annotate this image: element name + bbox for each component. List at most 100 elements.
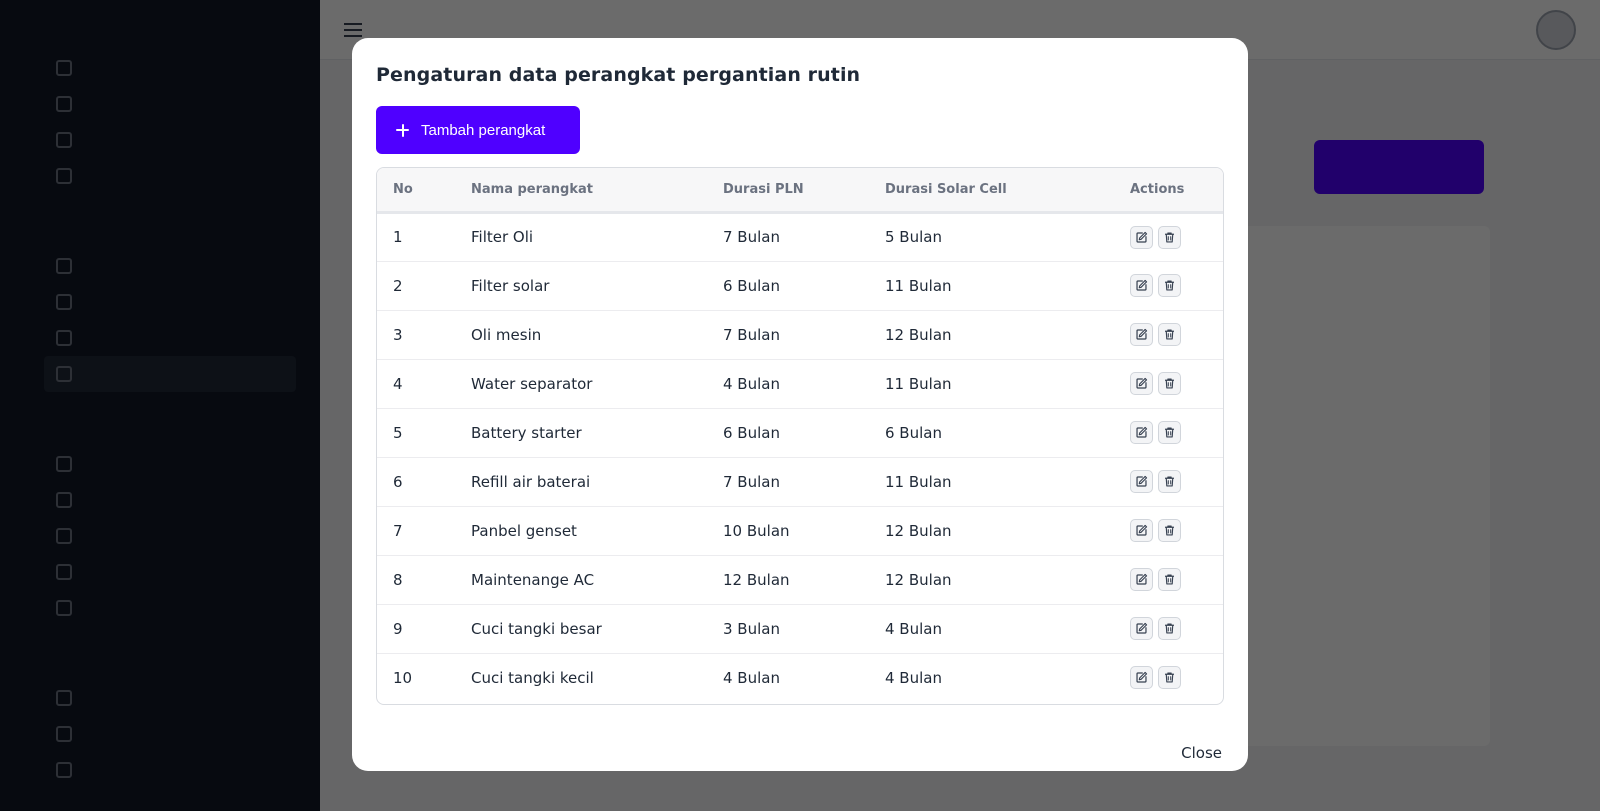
cell-solar: 12 Bulan [885, 570, 952, 589]
cell-actions [1114, 359, 1223, 408]
cell-solar: 11 Bulan [885, 472, 952, 491]
cell-solar: 11 Bulan [885, 374, 952, 393]
edit-icon [1136, 672, 1148, 683]
cell-no: 10 [393, 668, 413, 687]
cell-no: 5 [393, 423, 403, 442]
delete-button[interactable] [1158, 421, 1181, 444]
table-row: 7 Panbel genset 10 Bulan 12 Bulan [377, 506, 1223, 555]
trash-icon [1165, 427, 1174, 438]
cell-name: Maintenange AC [471, 570, 595, 589]
edit-button[interactable] [1130, 666, 1153, 690]
delete-button[interactable] [1158, 274, 1181, 297]
column-header-actions: Actions [1130, 181, 1185, 197]
cell-no: 1 [393, 228, 403, 246]
trash-icon [1165, 329, 1174, 340]
cell-no: 6 [393, 472, 403, 491]
delete-button[interactable] [1158, 470, 1181, 493]
cell-name: Filter solar [471, 276, 550, 295]
edit-button[interactable] [1130, 323, 1153, 346]
cell-name: Water separator [471, 374, 593, 393]
edit-icon [1136, 328, 1148, 340]
trash-icon [1165, 672, 1174, 683]
cell-name: Panbel genset [471, 521, 577, 540]
delete-button[interactable] [1158, 225, 1181, 249]
column-header-pln: Durasi PLN [723, 181, 804, 197]
add-device-button-label: Tambah perangkat [421, 121, 546, 139]
cell-pln: 3 Bulan [723, 619, 780, 638]
table-row: 8 Maintenange AC 12 Bulan 12 Bulan [377, 555, 1223, 604]
edit-button[interactable] [1130, 421, 1153, 444]
edit-button[interactable] [1130, 274, 1153, 297]
delete-button[interactable] [1158, 519, 1181, 542]
cell-no: 7 [393, 521, 403, 540]
row-actions [1130, 372, 1223, 395]
add-device-button[interactable]: Tambah perangkat [376, 106, 580, 154]
row-actions [1130, 519, 1223, 542]
edit-icon [1136, 426, 1148, 438]
delete-button[interactable] [1158, 323, 1181, 346]
modal-title: Pengaturan data perangkat pergantian rut… [376, 64, 861, 86]
edit-button[interactable] [1130, 470, 1153, 493]
cell-pln: 12 Bulan [723, 570, 790, 589]
trash-icon [1165, 623, 1174, 634]
cell-actions [1114, 555, 1223, 604]
cell-actions [1114, 408, 1223, 457]
cell-pln: 4 Bulan [723, 374, 780, 393]
row-actions [1130, 568, 1223, 591]
cell-pln: 6 Bulan [723, 276, 780, 295]
delete-button[interactable] [1158, 617, 1181, 640]
cell-solar: 4 Bulan [885, 619, 942, 638]
trash-icon [1165, 280, 1174, 291]
table-row: 4 Water separator 4 Bulan 11 Bulan [377, 359, 1223, 408]
table-header-row: No Nama perangkat Durasi PLN Durasi Sola… [377, 168, 1223, 212]
trash-icon [1165, 231, 1174, 243]
cell-solar: 12 Bulan [885, 521, 952, 540]
cell-no: 4 [393, 374, 403, 393]
edit-icon [1136, 622, 1148, 634]
cell-no: 3 [393, 325, 403, 344]
row-actions [1130, 617, 1223, 640]
edit-icon [1136, 573, 1148, 585]
delete-button[interactable] [1158, 568, 1181, 591]
cell-actions [1114, 212, 1223, 261]
cell-pln: 6 Bulan [723, 423, 780, 442]
cell-actions [1114, 261, 1223, 310]
cell-solar: 6 Bulan [885, 423, 942, 442]
cell-actions [1114, 506, 1223, 555]
cell-no: 2 [393, 276, 403, 295]
delete-button[interactable] [1158, 666, 1181, 690]
cell-actions [1114, 653, 1223, 702]
device-table-container: No Nama perangkat Durasi PLN Durasi Sola… [376, 167, 1224, 705]
table-row: 6 Refill air baterai 7 Bulan 11 Bulan [377, 457, 1223, 506]
edit-button[interactable] [1130, 225, 1153, 249]
device-settings-modal: Pengaturan data perangkat pergantian rut… [352, 38, 1248, 771]
edit-icon [1136, 377, 1148, 389]
row-actions [1130, 666, 1223, 690]
table-row: 3 Oli mesin 7 Bulan 12 Bulan [377, 310, 1223, 359]
trash-icon [1165, 378, 1174, 389]
edit-button[interactable] [1130, 519, 1153, 542]
cell-actions [1114, 310, 1223, 359]
cell-no: 8 [393, 570, 403, 589]
cell-pln: 7 Bulan [723, 472, 780, 491]
delete-button[interactable] [1158, 372, 1181, 395]
cell-pln: 4 Bulan [723, 668, 780, 687]
row-actions [1130, 421, 1223, 444]
column-header-name: Nama perangkat [471, 181, 593, 197]
edit-button[interactable] [1130, 568, 1153, 591]
cell-name: Battery starter [471, 423, 582, 442]
cell-name: Filter Oli [471, 228, 534, 246]
cell-pln: 10 Bulan [723, 521, 790, 540]
row-actions [1130, 274, 1223, 297]
edit-button[interactable] [1130, 617, 1153, 640]
edit-icon [1136, 279, 1148, 291]
row-actions [1130, 225, 1223, 249]
close-button[interactable]: Close [1181, 744, 1222, 762]
cell-name: Cuci tangki kecil [471, 668, 594, 687]
cell-name: Oli mesin [471, 325, 542, 344]
table-row: 10 Cuci tangki kecil 4 Bulan 4 Bulan [377, 653, 1223, 702]
cell-solar: 5 Bulan [885, 228, 942, 246]
edit-button[interactable] [1130, 372, 1153, 395]
cell-solar: 11 Bulan [885, 276, 952, 295]
row-actions [1130, 470, 1223, 493]
